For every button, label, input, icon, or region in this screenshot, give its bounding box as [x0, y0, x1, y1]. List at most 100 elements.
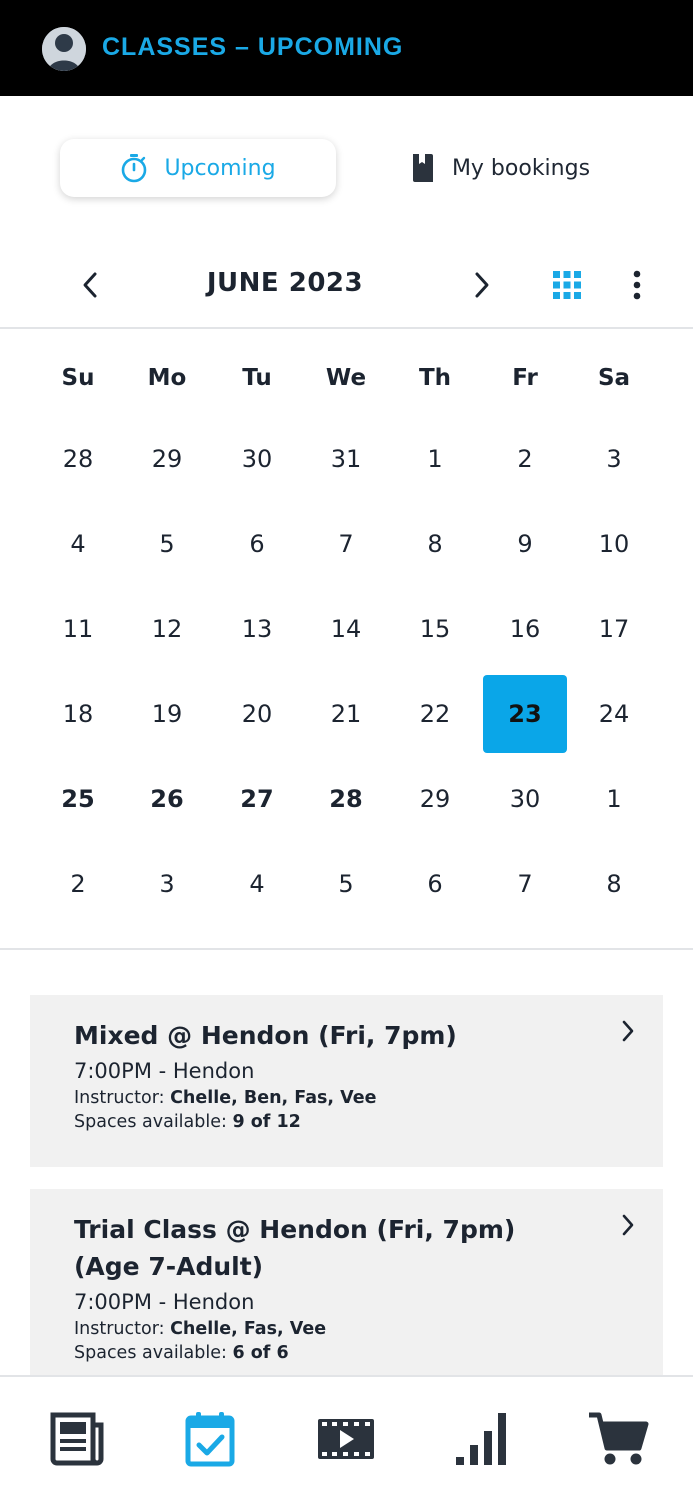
- instructor-label: Instructor:: [74, 1088, 165, 1108]
- tab-my-bookings-label: My bookings: [451, 155, 591, 181]
- bar-chart-icon: [456, 1413, 506, 1465]
- spaces-value: 9 of 12: [232, 1112, 301, 1132]
- previous-month-button[interactable]: [70, 265, 110, 305]
- calendar-day[interactable]: 24: [572, 675, 656, 753]
- weekday-label: Th: [418, 365, 452, 391]
- nav-shop-button[interactable]: [586, 1407, 650, 1471]
- grid-icon: [553, 271, 581, 299]
- chevron-left-icon: [83, 272, 97, 298]
- calendar-day[interactable]: 25: [36, 760, 120, 838]
- calendar-day[interactable]: 18: [36, 675, 120, 753]
- newspaper-icon: [50, 1412, 104, 1466]
- weekday-label: Tu: [242, 365, 272, 391]
- calendar-day[interactable]: 11: [36, 590, 120, 668]
- class-card[interactable]: Trial Class @ Hendon (Fri, 7pm) (Age 7-A…: [30, 1189, 663, 1375]
- divider: [0, 948, 693, 950]
- calendar-day[interactable]: 13: [215, 590, 299, 668]
- calendar-day[interactable]: 8: [572, 845, 656, 923]
- calendar-day[interactable]: 17: [572, 590, 656, 668]
- class-title: Trial Class @ Hendon (Fri, 7pm) (Age 7-A…: [74, 1215, 516, 1281]
- calendar-day[interactable]: 22: [393, 675, 477, 753]
- calendar-day[interactable]: 6: [215, 505, 299, 583]
- nav-stats-button[interactable]: [450, 1407, 514, 1471]
- spaces-value: 6 of 6: [232, 1343, 289, 1363]
- stopwatch-icon: [122, 154, 147, 183]
- calendar-day-selected[interactable]: 23: [483, 675, 567, 753]
- nav-news-button[interactable]: [44, 1407, 108, 1471]
- calendar-day[interactable]: 28: [36, 420, 120, 498]
- weekday-label: Mo: [147, 365, 187, 391]
- spaces-label: Spaces available:: [74, 1343, 227, 1363]
- class-spaces: Spaces available: 6 of 6: [74, 1341, 583, 1365]
- class-title: Mixed @ Hendon (Fri, 7pm): [74, 1021, 457, 1050]
- calendar-day[interactable]: 30: [483, 760, 567, 838]
- chevron-right-icon: [622, 1214, 634, 1236]
- instructor-label: Instructor:: [74, 1319, 165, 1339]
- calendar-day[interactable]: 8: [393, 505, 477, 583]
- calendar-day[interactable]: 7: [483, 845, 567, 923]
- weekday-label: Su: [61, 365, 95, 391]
- next-month-button[interactable]: [462, 265, 502, 305]
- class-time-location: 7:00PM - Hendon: [74, 1059, 255, 1083]
- calendar-day[interactable]: 27: [215, 760, 299, 838]
- top-app-bar: CLASSES – UPCOMING: [0, 0, 693, 96]
- nav-calendar-button[interactable]: [178, 1407, 242, 1471]
- weekday-label: Sa: [597, 365, 631, 391]
- chevron-right-icon: [475, 272, 489, 298]
- calendar-day[interactable]: 16: [483, 590, 567, 668]
- avatar[interactable]: [42, 27, 86, 71]
- more-vertical-icon: [633, 270, 641, 300]
- calendar-day[interactable]: 3: [572, 420, 656, 498]
- instructor-names: Chelle, Fas, Vee: [170, 1319, 327, 1339]
- calendar-day[interactable]: 30: [215, 420, 299, 498]
- class-list: Mixed @ Hendon (Fri, 7pm) 7:00PM - Hendo…: [0, 995, 693, 1375]
- weekday-label: Fr: [512, 365, 538, 391]
- calendar-day[interactable]: 29: [125, 420, 209, 498]
- instructor-names: Chelle, Ben, Fas, Vee: [170, 1088, 377, 1108]
- calendar-day[interactable]: 4: [36, 505, 120, 583]
- month-label: JUNE 2023: [206, 268, 364, 298]
- class-instructor: Instructor: Chelle, Ben, Fas, Vee: [74, 1086, 583, 1110]
- calendar-day[interactable]: 12: [125, 590, 209, 668]
- divider: [0, 327, 693, 329]
- calendar-day[interactable]: 3: [125, 845, 209, 923]
- calendar-day[interactable]: 19: [125, 675, 209, 753]
- tab-upcoming[interactable]: Upcoming: [60, 139, 336, 197]
- calendar-day[interactable]: 26: [125, 760, 209, 838]
- calendar-day[interactable]: 9: [483, 505, 567, 583]
- spaces-label: Spaces available:: [74, 1112, 227, 1132]
- calendar-day[interactable]: 4: [215, 845, 299, 923]
- more-options-button[interactable]: [617, 265, 657, 305]
- calendar-day[interactable]: 20: [215, 675, 299, 753]
- user-silhouette-icon: [42, 27, 86, 71]
- class-card[interactable]: Mixed @ Hendon (Fri, 7pm) 7:00PM - Hendo…: [30, 995, 663, 1167]
- class-spaces: Spaces available: 9 of 12: [74, 1110, 583, 1134]
- bookmark-book-icon: [412, 154, 433, 182]
- calendar-day[interactable]: 2: [483, 420, 567, 498]
- calendar-day[interactable]: 5: [125, 505, 209, 583]
- tab-my-bookings[interactable]: My bookings: [380, 139, 620, 197]
- chevron-right-icon: [622, 1020, 634, 1042]
- calendar-day[interactable]: 2: [36, 845, 120, 923]
- calendar-day[interactable]: 28: [304, 760, 388, 838]
- calendar-day[interactable]: 31: [304, 420, 388, 498]
- grid-view-button[interactable]: [547, 265, 587, 305]
- calendar-day[interactable]: 29: [393, 760, 477, 838]
- tab-upcoming-label: Upcoming: [164, 155, 276, 181]
- calendar-check-icon: [185, 1412, 235, 1467]
- calendar-day[interactable]: 21: [304, 675, 388, 753]
- calendar-day[interactable]: 15: [393, 590, 477, 668]
- page-title: CLASSES – UPCOMING: [102, 33, 404, 61]
- calendar-day[interactable]: 14: [304, 590, 388, 668]
- video-icon: [318, 1419, 374, 1459]
- calendar-day[interactable]: 10: [572, 505, 656, 583]
- calendar-day[interactable]: 1: [393, 420, 477, 498]
- nav-video-button[interactable]: [314, 1407, 378, 1471]
- calendar-day[interactable]: 7: [304, 505, 388, 583]
- calendar-day[interactable]: 5: [304, 845, 388, 923]
- bottom-navigation: [0, 1375, 693, 1500]
- calendar-day[interactable]: 1: [572, 760, 656, 838]
- weekday-label: We: [325, 365, 367, 391]
- cart-icon: [589, 1412, 649, 1465]
- calendar-day[interactable]: 6: [393, 845, 477, 923]
